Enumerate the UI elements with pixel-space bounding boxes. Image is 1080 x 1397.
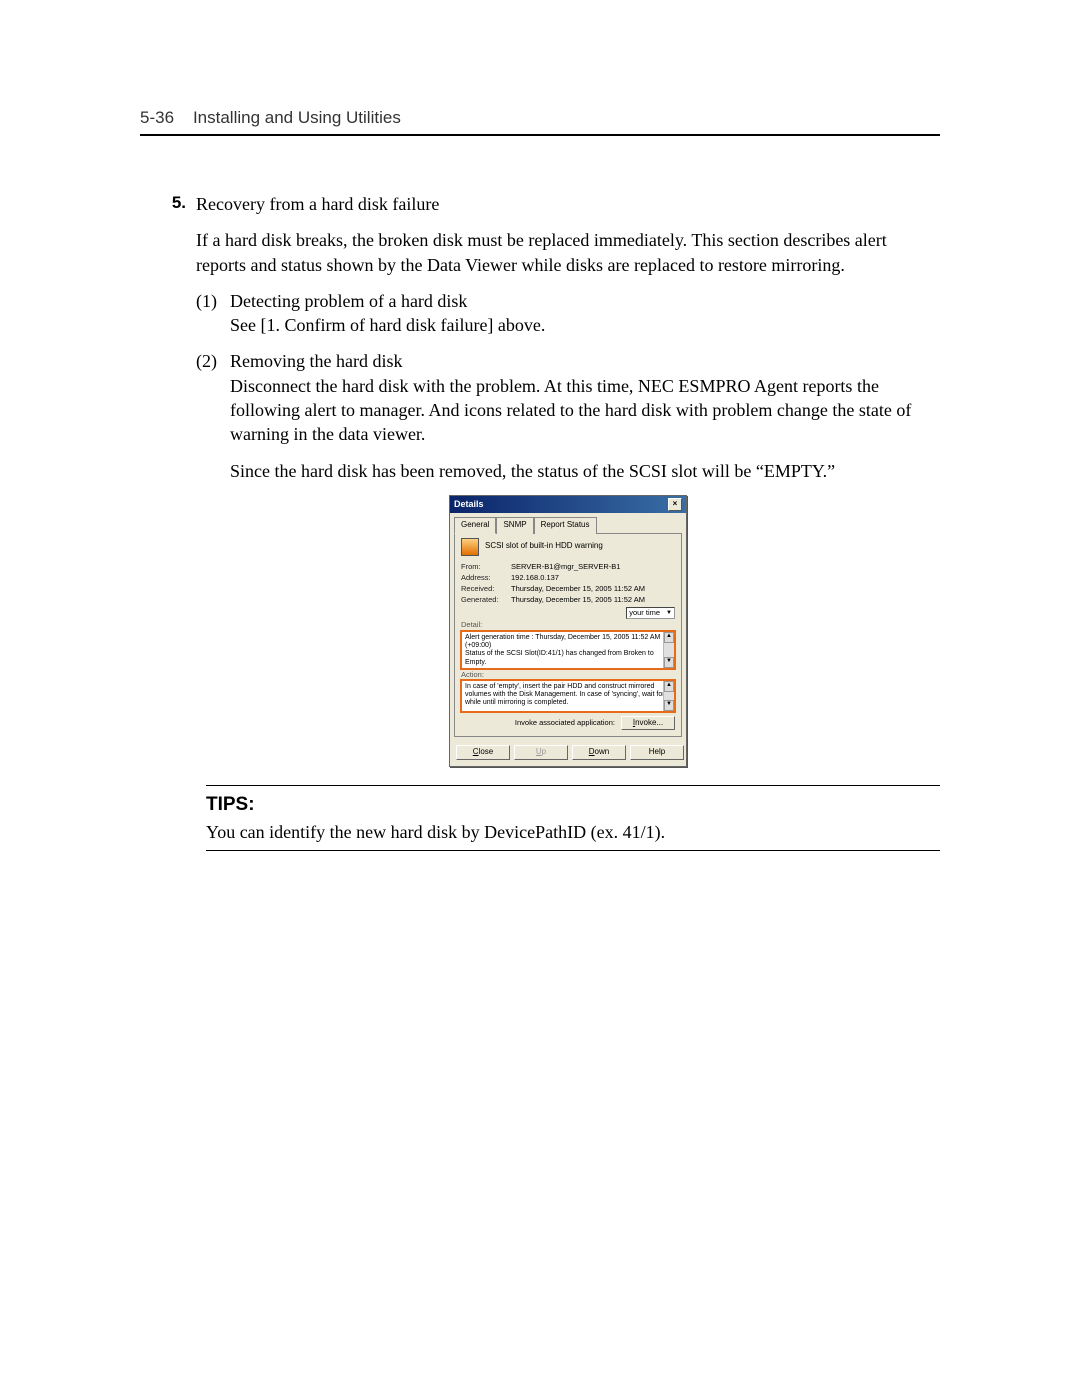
dialog-titlebar[interactable]: Details × — [450, 496, 686, 513]
detail-label: Detail: — [461, 620, 675, 630]
page-header: 5-36 Installing and Using Utilities — [140, 108, 940, 136]
scroll-down-icon[interactable]: ▼ — [664, 657, 674, 668]
tab-report-status[interactable]: Report Status — [534, 517, 597, 534]
generated-label: Generated: — [461, 595, 505, 605]
scrollbar[interactable]: ▲ ▼ — [663, 681, 674, 711]
step-intro: If a hard disk breaks, the broken disk m… — [196, 228, 940, 277]
section-title: Installing and Using Utilities — [193, 108, 401, 127]
from-value: SERVER-B1@mgr_SERVER-B1 — [511, 562, 675, 572]
tab-general[interactable]: General — [454, 517, 496, 534]
alert-summary: SCSI slot of built-in HDD warning — [485, 541, 603, 552]
scrollbar[interactable]: ▲ ▼ — [663, 632, 674, 668]
warning-icon — [461, 538, 479, 556]
dialog-title: Details — [454, 498, 484, 510]
generated-value: Thursday, December 15, 2005 11:52 AM — [511, 595, 675, 605]
step-number: 5. — [140, 192, 196, 215]
close-icon[interactable]: × — [668, 498, 682, 511]
chevron-down-icon: ▼ — [666, 609, 672, 617]
substep-1-number: (1) — [196, 289, 230, 313]
substep-2-title: Removing the hard disk — [230, 349, 940, 373]
close-button[interactable]: CloseClose — [456, 745, 510, 760]
from-label: From: — [461, 562, 505, 572]
substep-2-p2: Since the hard disk has been removed, th… — [230, 459, 940, 483]
action-text: In case of 'empty', insert the pair HDD … — [465, 683, 672, 707]
invoke-button[interactable]: IInvoke...nvoke... — [621, 716, 675, 731]
time-zone-select[interactable]: your time ▼ — [626, 607, 675, 619]
tips-heading: TIPS: — [206, 792, 940, 818]
scroll-up-icon[interactable]: ▲ — [664, 681, 674, 692]
substep-2-number: (2) — [196, 349, 230, 373]
detail-textarea[interactable]: Alert generation time : Thursday, Decemb… — [461, 631, 675, 669]
page-number: 5-36 — [140, 108, 174, 127]
down-button[interactable]: DownDown — [572, 745, 626, 760]
substep-1-body: See [1. Confirm of hard disk failure] ab… — [230, 313, 940, 337]
scroll-down-icon[interactable]: ▼ — [664, 700, 674, 711]
substep-2-p1: Disconnect the hard disk with the proble… — [230, 374, 940, 447]
invoke-label: Invoke associated application: — [515, 718, 615, 728]
received-label: Received: — [461, 584, 505, 594]
time-zone-value: your time — [629, 608, 660, 618]
scroll-up-icon[interactable]: ▲ — [664, 632, 674, 643]
address-label: Address: — [461, 573, 505, 583]
tab-snmp[interactable]: SNMP — [496, 517, 533, 534]
help-button[interactable]: Help — [630, 745, 684, 760]
substep-1-title: Detecting problem of a hard disk — [230, 289, 940, 313]
detail-text: Alert generation time : Thursday, Decemb… — [465, 634, 662, 666]
action-label: Action: — [461, 670, 675, 680]
tips-body: You can identify the new hard disk by De… — [206, 820, 940, 844]
received-value: Thursday, December 15, 2005 11:52 AM — [511, 584, 675, 594]
action-textarea[interactable]: In case of 'empty', insert the pair HDD … — [461, 680, 675, 712]
step-title: Recovery from a hard disk failure — [196, 192, 940, 216]
up-button[interactable]: UpUp — [514, 745, 568, 760]
details-dialog: Details × General SNMP Report Status SCS… — [449, 495, 687, 767]
address-value: 192.168.0.137 — [511, 573, 675, 583]
tips-box: TIPS: You can identify the new hard disk… — [206, 785, 940, 851]
